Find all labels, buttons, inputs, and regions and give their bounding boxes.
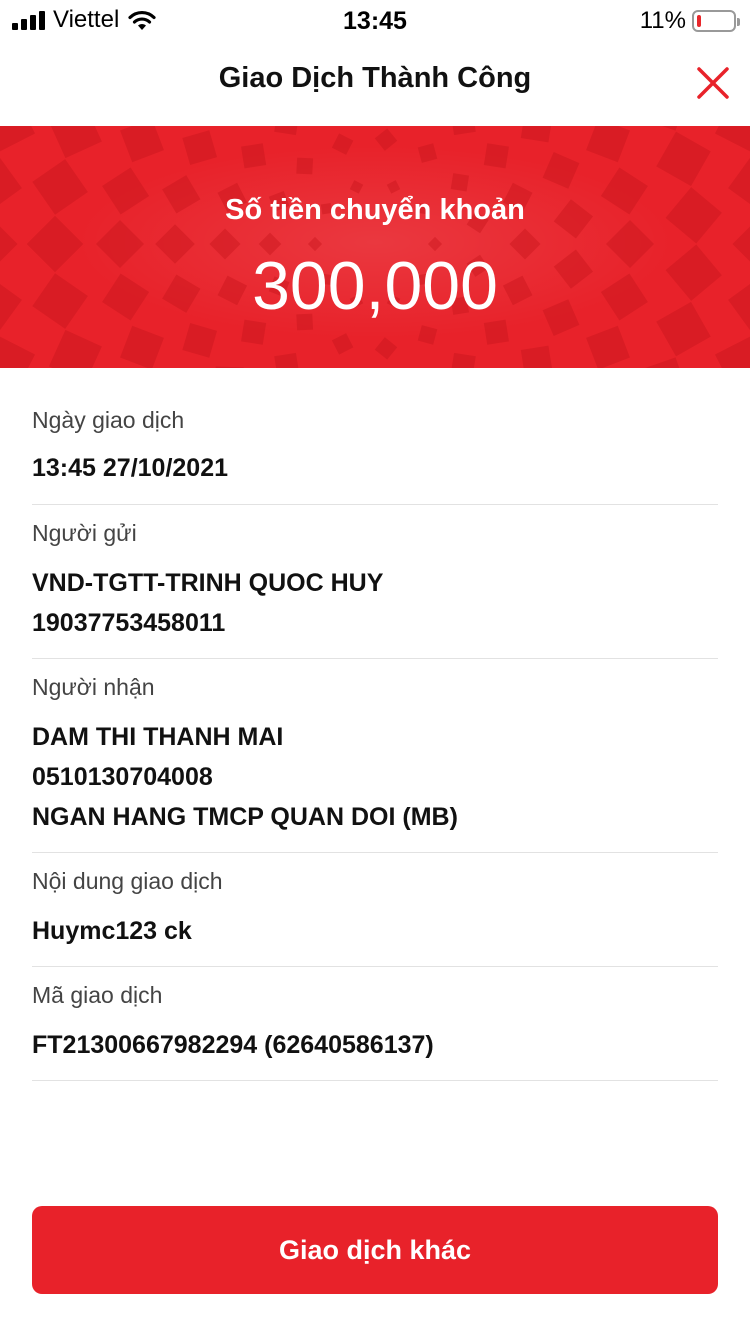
- content-value: Huymc123 ck: [32, 917, 192, 945]
- banner-pattern-tile: [483, 143, 509, 169]
- recipient-section: Người nhận DAM THI THANH MAI 05101307040…: [32, 659, 718, 853]
- banner-pattern-tile: [241, 143, 267, 169]
- status-bar: Viettel 13:45 11%: [0, 0, 750, 40]
- code-section: Mã giao dịch FT21300667982294 (626405861…: [32, 967, 718, 1081]
- recipient-account: 0510130704008: [32, 763, 213, 791]
- battery-icon: [692, 10, 740, 32]
- content-section: Nội dung giao dịch Huymc123 ck: [32, 853, 718, 967]
- date-label: Ngày giao dịch: [32, 407, 185, 433]
- battery-level: [697, 15, 701, 27]
- sender-name: VND-TGTT-TRINH QUOC HUY: [32, 569, 384, 597]
- recipient-bank: NGAN HANG TMCP QUAN DOI (MB): [32, 803, 458, 831]
- code-label: Mã giao dịch: [32, 982, 163, 1008]
- recipient-label: Người nhận: [32, 674, 155, 700]
- status-right: 11%: [639, 7, 740, 35]
- sender-account: 19037753458011: [32, 609, 226, 637]
- battery-percent: 11%: [639, 7, 686, 34]
- date-value: 13:45 27/10/2021: [32, 454, 229, 482]
- sender-section: Người gửi VND-TGTT-TRINH QUOC HUY 190377…: [32, 505, 718, 659]
- amount-banner: Số tiền chuyển khoản 300,000: [0, 126, 750, 368]
- status-time: 13:45: [343, 7, 407, 35]
- code-value: FT21300667982294 (62640586137): [32, 1031, 434, 1059]
- close-icon[interactable]: [694, 64, 732, 102]
- amount-label: Số tiền chuyển khoản: [225, 194, 525, 226]
- header: Giao Dịch Thành Công: [0, 40, 750, 126]
- date-section: Ngày giao dịch 13:45 27/10/2021: [32, 368, 718, 505]
- other-transaction-button[interactable]: Giao dịch khác: [32, 1206, 718, 1294]
- banner-pattern-tile: [450, 173, 470, 192]
- banner-pattern-tile: [296, 157, 314, 175]
- sender-label: Người gửi: [32, 520, 137, 546]
- recipient-name: DAM THI THANH MAI: [32, 723, 284, 751]
- transaction-details: Ngày giao dịch 13:45 27/10/2021 Người gử…: [32, 368, 718, 1081]
- amount-value: 300,000: [252, 248, 498, 324]
- content-label: Nội dung giao dịch: [32, 868, 223, 894]
- page-title: Giao Dịch Thành Công: [218, 62, 532, 94]
